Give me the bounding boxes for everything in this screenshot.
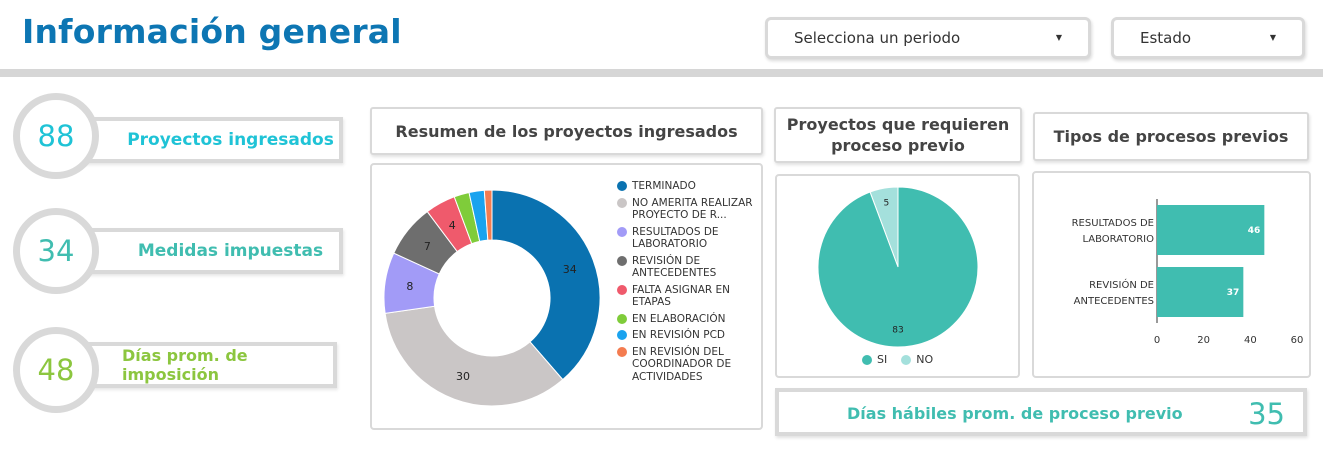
previous-pie-chart: 5 83 xyxy=(817,186,979,348)
legend-label: RESULTADOS DE LABORATORIO xyxy=(632,225,719,251)
donut-data-label: 30 xyxy=(456,370,470,383)
kpi-label: Días prom. de imposición xyxy=(122,346,248,384)
legend-dot xyxy=(617,330,627,340)
legend-item[interactable]: EN REVISIÓN DEL COORDINADOR DE ACTIVIDAD… xyxy=(617,346,757,384)
legend-dot xyxy=(617,226,627,237)
pie-data-label: 5 xyxy=(883,198,889,208)
kpi-card-projects: Proyectos ingresados xyxy=(70,117,343,163)
pie-data-label: 83 xyxy=(892,325,903,335)
legend-dot xyxy=(617,255,627,266)
state-dropdown-label: Estado xyxy=(1140,29,1192,47)
kpi-value: 48 xyxy=(37,353,75,387)
previous-chart-title: Proyectos que requieren proceso previo xyxy=(774,107,1022,163)
bar-value-label: 46 xyxy=(1248,226,1261,236)
legend-label: EN ELABORACIÓN xyxy=(632,312,726,325)
legend-item[interactable]: TERMINADO xyxy=(617,180,757,193)
legend-label: FALTA ASIGNAR EN ETAPAS xyxy=(632,283,731,309)
kpi-value-days: 48 xyxy=(13,327,99,413)
kpi-value: 35 xyxy=(1248,397,1285,431)
state-dropdown[interactable]: Estado ▼ xyxy=(1111,17,1305,59)
legend-dot xyxy=(617,346,627,357)
legend-item[interactable]: SI xyxy=(862,353,887,366)
x-tick-label: 60 xyxy=(1291,335,1304,346)
kpi-card-days: Días prom. de imposición xyxy=(70,342,337,388)
x-tick-label: 0 xyxy=(1154,335,1160,346)
summary-chart-title: Resumen de los proyectos ingresados xyxy=(370,107,763,155)
category-label: REVISIÓN DE xyxy=(1089,278,1154,291)
pie-slice[interactable] xyxy=(817,186,979,348)
previous-title-text: Proyectos que requieren proceso previo xyxy=(786,115,1010,155)
legend-item[interactable]: EN REVISIÓN PCD xyxy=(617,329,757,342)
kpi-label: Días hábiles prom. de proceso previo xyxy=(847,404,1183,423)
legend-label: NO AMERITA REALIZAR PROYECTO DE R... xyxy=(632,196,753,222)
legend-dot xyxy=(617,313,627,324)
legend-label: TERMINADO xyxy=(632,180,696,192)
kpi-value: 88 xyxy=(37,119,75,153)
summary-title-text: Resumen de los proyectos ingresados xyxy=(395,121,738,141)
x-tick-label: 20 xyxy=(1197,335,1210,346)
summary-donut-chart: 34 30 8 7 4 xyxy=(383,189,601,407)
legend-dot xyxy=(901,354,912,365)
kpi-value-measures: 34 xyxy=(13,208,99,294)
previous-legend: SI NO xyxy=(862,353,947,366)
donut-data-label: 8 xyxy=(406,280,413,293)
chevron-down-icon: ▼ xyxy=(1269,33,1276,42)
header-divider xyxy=(0,69,1323,77)
kpi-value: 34 xyxy=(37,234,75,268)
types-title-text: Tipos de procesos previos xyxy=(1053,127,1289,146)
header: Información general Selecciona un period… xyxy=(0,0,1323,70)
legend-label: SI xyxy=(877,353,888,366)
legend-label: NO xyxy=(916,353,934,366)
kpi-card-previous-days: Días hábiles prom. de proceso previo 35 xyxy=(775,388,1307,436)
bar-value-label: 37 xyxy=(1227,288,1240,298)
legend-item[interactable]: NO xyxy=(901,353,933,366)
donut-data-label: 4 xyxy=(449,219,456,232)
types-bar-chart: 46 RESULTADOS DE LABORATORIO 37 REVISIÓN DE A… xyxy=(1072,199,1304,346)
legend-dot xyxy=(617,181,627,191)
category-label: ANTECEDENTES xyxy=(1074,296,1154,307)
legend-item[interactable]: EN ELABORACIÓN xyxy=(617,313,757,326)
legend-item[interactable]: NO AMERITA REALIZAR PROYECTO DE R... xyxy=(617,197,757,222)
category-label: LABORATORIO xyxy=(1082,234,1154,245)
kpi-value-projects: 88 xyxy=(13,93,99,179)
legend-dot xyxy=(617,197,627,208)
legend-dot xyxy=(862,354,872,365)
kpi-card-measures: Medidas impuestas xyxy=(70,228,343,274)
legend-item[interactable]: FALTA ASIGNAR EN ETAPAS xyxy=(617,284,757,309)
types-chart-title: Tipos de procesos previos xyxy=(1033,112,1309,161)
donut-data-label: 7 xyxy=(424,240,431,253)
donut-slice[interactable] xyxy=(491,189,601,381)
legend-label: EN REVISIÓN DEL COORDINADOR DE ACTIVIDAD… xyxy=(632,345,732,383)
donut-slice[interactable] xyxy=(384,305,564,407)
x-tick-label: 40 xyxy=(1244,335,1257,346)
summary-legend: TERMINADO NO AMERITA REALIZAR PROYECTO DE… xyxy=(617,180,757,387)
legend-item[interactable]: REVISIÓN DE ANTECEDENTES xyxy=(617,255,757,280)
kpi-label: Proyectos ingresados xyxy=(127,130,334,150)
chevron-down-icon: ▼ xyxy=(1055,33,1062,42)
category-label: RESULTADOS DE xyxy=(1072,218,1154,229)
period-dropdown[interactable]: Selecciona un periodo ▼ xyxy=(765,17,1091,59)
legend-item[interactable]: RESULTADOS DE LABORATORIO xyxy=(617,226,757,251)
legend-label: EN REVISIÓN PCD xyxy=(632,329,726,341)
donut-data-label: 34 xyxy=(563,263,577,276)
period-dropdown-label: Selecciona un periodo xyxy=(794,29,961,47)
legend-label: REVISIÓN DE ANTECEDENTES xyxy=(632,254,717,280)
kpi-label: Medidas impuestas xyxy=(137,241,324,261)
page-title: Información general xyxy=(22,12,402,51)
legend-dot xyxy=(617,284,627,295)
